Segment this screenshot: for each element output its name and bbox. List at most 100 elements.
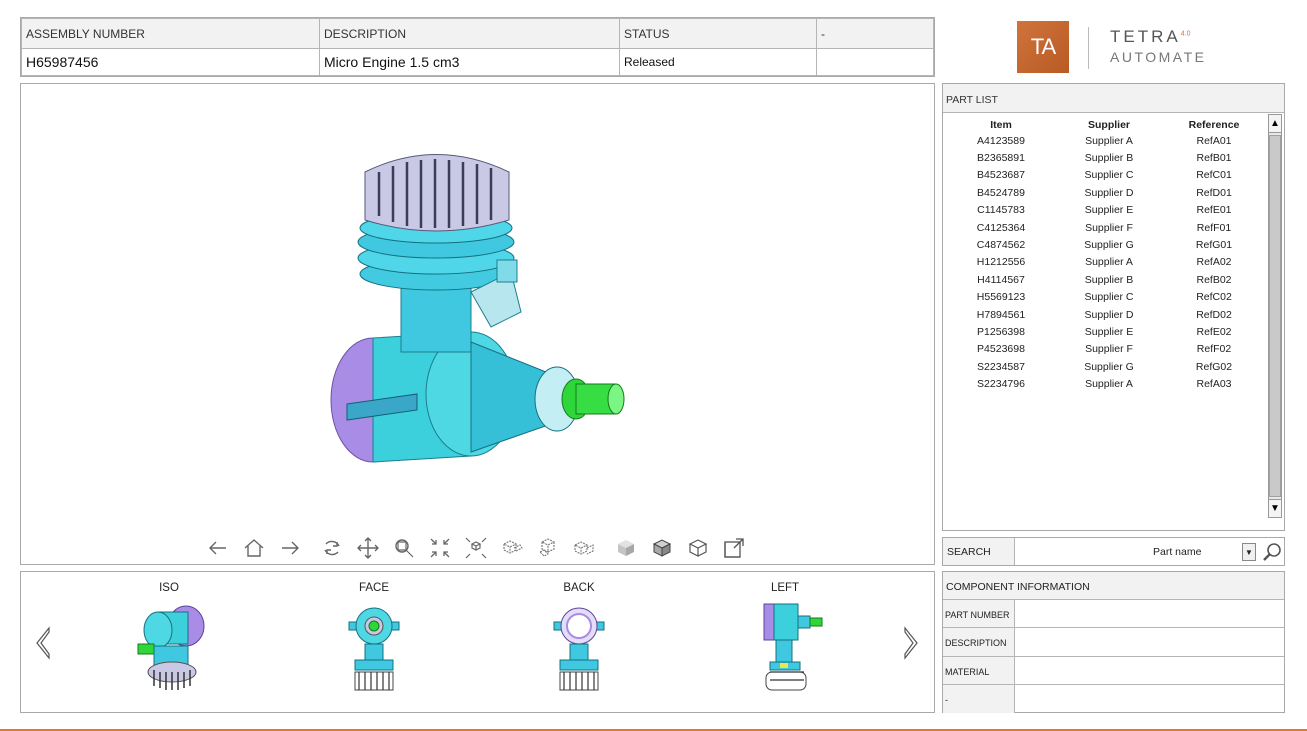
viewer-toolbar [205, 534, 757, 562]
part-reference-cell: RefE01 [1196, 204, 1232, 217]
column-reference: Reference [1188, 119, 1240, 131]
part-item-cell: H4114567 [977, 273, 1025, 286]
part-item-cell: C1145783 [977, 204, 1025, 217]
view-cube-3-icon[interactable] [571, 535, 597, 561]
shaded-icon[interactable] [613, 535, 639, 561]
part-reference-cell: RefD02 [1196, 308, 1232, 321]
thumb-back[interactable]: BACK [519, 572, 639, 710]
status-header: STATUS [619, 18, 817, 49]
thumb-face-label: FACE [358, 582, 390, 594]
part-supplier-cell: Supplier G [1084, 360, 1134, 373]
3d-viewer[interactable] [20, 83, 935, 565]
table-row[interactable]: S2234587 Supplier G RefG02 [943, 358, 1269, 375]
table-row[interactable]: H5569123 Supplier C RefC02 [943, 289, 1269, 306]
part-item-cell: A4123589 [977, 134, 1025, 147]
table-row[interactable]: H7894561 Supplier D RefD02 [943, 306, 1269, 323]
description-value: Micro Engine 1.5 cm3 [319, 48, 620, 76]
component-information-panel: COMPONENT INFORMATION PART NUMBER DESCRI… [942, 571, 1285, 714]
part-reference-cell: RefA02 [1196, 256, 1232, 269]
back-arrow-icon[interactable] [205, 535, 231, 561]
table-row[interactable]: P4523698 Supplier F RefF02 [943, 341, 1269, 358]
logo-name: TETRA4.0 [1110, 27, 1191, 46]
part-supplier-cell: Supplier G [1084, 239, 1134, 252]
engine-3d-model[interactable] [321, 142, 641, 472]
search-icon[interactable] [1260, 538, 1284, 565]
material-label: MATERIAL [943, 656, 1015, 684]
logo-tagline: AUTOMATE [1110, 49, 1207, 65]
part-list-rows: A4123589 Supplier A RefA01 B2365891 Supplier… [943, 132, 1269, 393]
thumb-left[interactable]: LEFT [725, 572, 845, 710]
view-cube-1-icon[interactable] [499, 535, 525, 561]
extra-value [816, 48, 934, 76]
thumb-iso[interactable]: ISO [109, 572, 229, 710]
part-item-cell: P4523698 [977, 343, 1025, 356]
home-icon[interactable] [241, 535, 267, 561]
table-row[interactable]: S2234796 Supplier A RefA03 [943, 375, 1269, 392]
part-reference-cell: RefB02 [1196, 273, 1232, 286]
table-row[interactable]: H1212556 Supplier A RefA02 [943, 254, 1269, 271]
back-thumbnail-image [553, 607, 605, 691]
part-list-title: PART LIST [943, 84, 1284, 113]
thumb-back-label: BACK [563, 582, 595, 594]
description-label: DESCRIPTION [943, 628, 1015, 656]
part-reference-cell: RefF01 [1196, 221, 1232, 234]
next-view-arrow-icon[interactable] [899, 626, 921, 660]
scroll-up-icon[interactable]: ▲ [1269, 115, 1281, 133]
assembly-number-value: H65987456 [21, 48, 320, 76]
part-reference-cell: RefE02 [1196, 325, 1232, 338]
part-item-cell: S2234587 [977, 360, 1025, 373]
tetra-automate-logo: TA TETRA4.0 AUTOMATE [1017, 21, 1217, 75]
part-supplier-cell: Supplier D [1084, 308, 1134, 321]
logo-divider [1088, 27, 1089, 69]
part-supplier-cell: Supplier B [1084, 273, 1134, 286]
part-item-cell: B2365891 [977, 152, 1025, 165]
thumb-iso-label: ISO [159, 582, 179, 594]
shaded-edges-icon[interactable] [649, 535, 675, 561]
table-row[interactable]: C4125364 Supplier F RefF01 [943, 219, 1269, 236]
search-bar: SEARCH Part name ▼ [942, 537, 1285, 566]
table-row[interactable]: P1256398 Supplier E RefE02 [943, 323, 1269, 340]
extra-row: - [943, 684, 1284, 714]
pan-icon[interactable] [355, 535, 381, 561]
search-field[interactable]: Part name ▼ [1015, 538, 1260, 565]
thumb-left-label: LEFT [770, 582, 800, 594]
status-value: Released [619, 48, 817, 76]
table-row[interactable]: A4123589 Supplier A RefA01 [943, 132, 1269, 149]
part-supplier-cell: Supplier D [1084, 186, 1134, 199]
view-cube-2-icon[interactable] [535, 535, 561, 561]
component-information-title: COMPONENT INFORMATION [943, 572, 1284, 600]
column-supplier: Supplier [1087, 119, 1130, 131]
part-item-cell: C4874562 [976, 239, 1026, 252]
zoom-icon[interactable] [391, 535, 417, 561]
part-item-cell: B4524789 [977, 186, 1025, 199]
part-reference-cell: RefG01 [1195, 239, 1233, 252]
part-list-scrollbar[interactable]: ▲ ▼ [1268, 114, 1282, 518]
table-row[interactable]: B4523687 Supplier C RefC01 [943, 167, 1269, 184]
thumb-face[interactable]: FACE [314, 572, 434, 710]
search-dropdown-icon[interactable]: ▼ [1242, 543, 1256, 561]
part-supplier-cell: Supplier E [1084, 204, 1134, 217]
scroll-thumb[interactable] [1269, 135, 1281, 497]
table-row[interactable]: H4114567 Supplier B RefB02 [943, 271, 1269, 288]
table-row[interactable]: C4874562 Supplier G RefG01 [943, 236, 1269, 253]
part-supplier-cell: Supplier A [1085, 134, 1133, 147]
scroll-down-icon[interactable]: ▼ [1269, 499, 1281, 517]
forward-arrow-icon[interactable] [277, 535, 303, 561]
view-thumbnails: ISO FACE BACK LEFT [20, 571, 935, 713]
table-row[interactable]: B2365891 Supplier B RefB01 [943, 149, 1269, 166]
wireframe-icon[interactable] [685, 535, 711, 561]
rotate-icon[interactable] [319, 535, 345, 561]
left-thumbnail-image [763, 603, 823, 691]
part-item-cell: H5569123 [976, 291, 1026, 304]
explode-icon[interactable] [463, 535, 489, 561]
fit-all-icon[interactable] [427, 535, 453, 561]
part-reference-cell: RefB01 [1196, 152, 1232, 165]
table-row[interactable]: C1145783 Supplier E RefE01 [943, 202, 1269, 219]
part-supplier-cell: Supplier C [1084, 291, 1134, 304]
search-value: Part name [1153, 546, 1202, 558]
prev-view-arrow-icon[interactable] [33, 626, 55, 660]
extra-label: - [943, 684, 1015, 714]
table-row[interactable]: B4524789 Supplier D RefD01 [943, 184, 1269, 201]
fullscreen-icon[interactable] [721, 535, 747, 561]
iso-thumbnail-image [137, 605, 205, 690]
